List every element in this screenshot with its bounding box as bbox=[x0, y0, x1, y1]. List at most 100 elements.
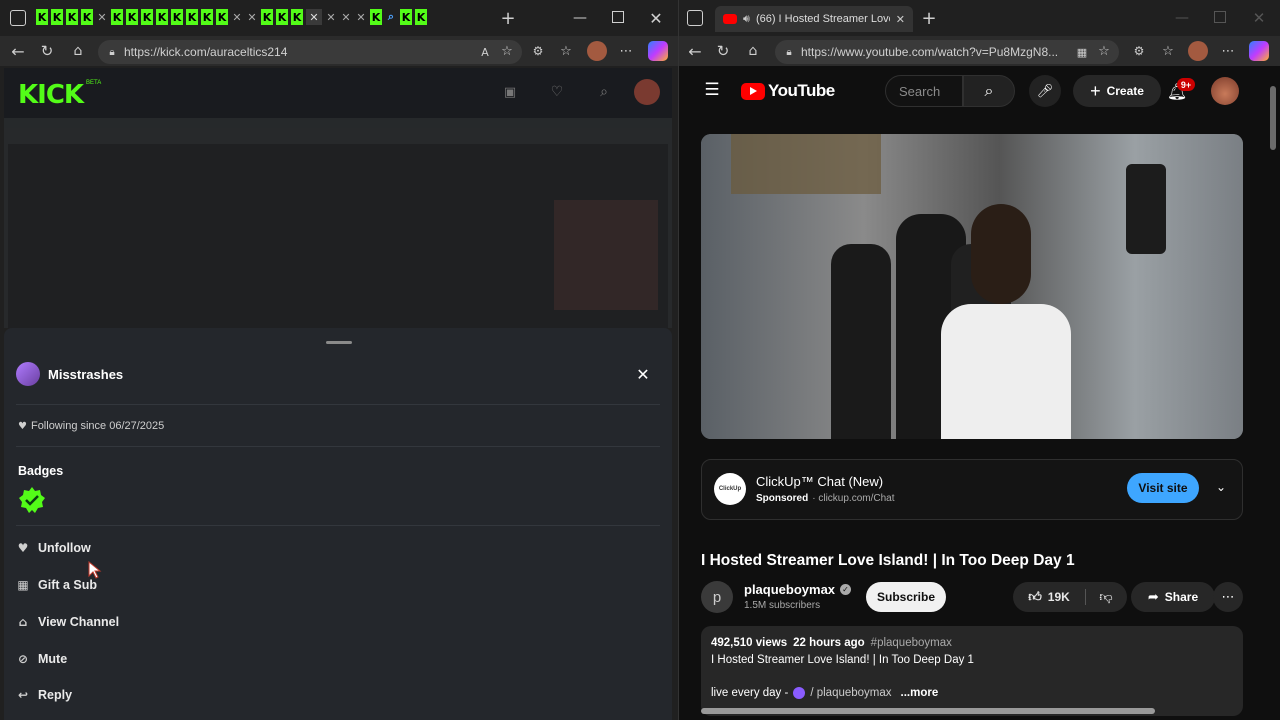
like-button[interactable]: 👍︎ 19K bbox=[1013, 582, 1085, 612]
close-panel-icon[interactable]: ✕ bbox=[634, 365, 652, 384]
gift-sub-button[interactable]: ▦ Gift a Sub bbox=[16, 578, 97, 592]
profile-avatar[interactable] bbox=[587, 41, 607, 61]
subscriptions-icon[interactable]: ▣ bbox=[502, 84, 518, 100]
audio-playing-icon[interactable]: 🔊︎ bbox=[743, 12, 750, 26]
create-button[interactable]: + Create bbox=[1073, 75, 1161, 107]
subscribe-button[interactable]: Subscribe bbox=[866, 582, 946, 612]
kick-tab-icon[interactable]: K bbox=[370, 9, 382, 25]
follow-heart-icon[interactable]: ♡ bbox=[549, 84, 565, 100]
kick-tab-icon[interactable]: K bbox=[51, 9, 63, 25]
extensions-icon[interactable]: ⚙ bbox=[1131, 42, 1147, 60]
new-tab-icon[interactable]: + bbox=[500, 8, 516, 29]
hamburger-menu-icon[interactable]: ☰ bbox=[703, 80, 721, 100]
favorites-icon[interactable]: ☆ bbox=[558, 42, 574, 60]
minimize-icon[interactable]: — bbox=[1175, 9, 1189, 27]
kick-tab-icon[interactable]: K bbox=[81, 9, 93, 25]
favorites-icon[interactable]: ☆ bbox=[1160, 42, 1176, 60]
kick-tab-icon[interactable]: K bbox=[400, 9, 412, 25]
muted-tab-icon[interactable]: ✕ bbox=[246, 9, 258, 25]
favorite-star-icon[interactable]: ☆ bbox=[500, 44, 514, 59]
kick-tab-icon[interactable]: K bbox=[126, 9, 138, 25]
maximize-icon[interactable] bbox=[612, 11, 624, 23]
description-box[interactable]: 492,510 views 22 hours ago #plaqueboymax… bbox=[701, 626, 1243, 716]
vertical-scrollbar[interactable] bbox=[1268, 70, 1278, 690]
active-tab-close-icon[interactable]: ✕ bbox=[306, 9, 322, 25]
tab-actions-icon[interactable] bbox=[10, 10, 26, 26]
left-url-field[interactable]: 🔒︎ https://kick.com/auraceltics214 A ☆ bbox=[98, 40, 522, 64]
ad-title[interactable]: ClickUp™ Chat (New) bbox=[756, 474, 883, 489]
close-window-icon[interactable]: ✕ bbox=[1251, 9, 1267, 27]
back-icon[interactable]: ← bbox=[10, 42, 26, 61]
scrollbar-thumb[interactable] bbox=[1270, 86, 1276, 150]
kick-tab-icon[interactable]: K bbox=[261, 9, 273, 25]
back-icon[interactable]: ← bbox=[687, 42, 703, 61]
close-window-icon[interactable]: ✕ bbox=[648, 9, 664, 28]
search-input[interactable]: Search bbox=[885, 75, 963, 107]
kick-logo[interactable]: KICK bbox=[18, 80, 84, 110]
kick-tab-icon[interactable]: K bbox=[291, 9, 303, 25]
mute-button[interactable]: ⊘ Mute bbox=[16, 652, 67, 666]
hashtag-link[interactable]: #plaqueboymax bbox=[871, 637, 952, 649]
new-tab-icon[interactable]: + bbox=[921, 8, 937, 29]
channel-name[interactable]: plaqueboymax bbox=[744, 582, 835, 597]
tab-close-icon[interactable]: ✕ bbox=[896, 13, 905, 26]
copilot-icon[interactable] bbox=[1249, 41, 1269, 61]
tab-actions-icon[interactable] bbox=[687, 10, 703, 26]
username[interactable]: Misstrashes bbox=[48, 367, 123, 382]
copilot-icon[interactable] bbox=[648, 41, 668, 61]
muted-tab-icon[interactable]: ✕ bbox=[231, 9, 243, 25]
kick-tab-icon[interactable]: K bbox=[156, 9, 168, 25]
scrollbar-thumb[interactable] bbox=[701, 708, 1155, 714]
kick-tab-icon[interactable]: K bbox=[36, 9, 48, 25]
right-url-field[interactable]: 🔒︎ https://www.youtube.com/watch?v=Pu8Mz… bbox=[775, 40, 1119, 64]
thumbs-down-icon[interactable]: 👎︎ bbox=[1089, 588, 1123, 606]
verified-badge-icon[interactable] bbox=[18, 486, 46, 514]
reply-button[interactable]: ↩ Reply bbox=[16, 688, 72, 702]
chevron-down-icon[interactable]: ⌄ bbox=[1212, 478, 1230, 496]
search-button-icon[interactable]: ⌕ bbox=[963, 75, 1015, 107]
channel-avatar[interactable]: p bbox=[701, 581, 733, 613]
read-aloud-icon[interactable]: A bbox=[478, 45, 492, 59]
youtube-logo[interactable]: YouTube bbox=[741, 81, 835, 101]
horizontal-scrollbar[interactable] bbox=[687, 706, 1261, 716]
kick-tab-icon[interactable]: K bbox=[141, 9, 153, 25]
home-icon[interactable]: ⌂ bbox=[745, 42, 761, 60]
kick-tab-icon[interactable]: K bbox=[216, 9, 228, 25]
unfollow-button[interactable]: ♥ Unfollow bbox=[16, 541, 91, 555]
muted-tab-icon[interactable]: ✕ bbox=[340, 9, 352, 25]
maximize-icon[interactable] bbox=[1214, 11, 1226, 23]
kick-tab-icon[interactable]: K bbox=[276, 9, 288, 25]
kick-tab-icon[interactable]: K bbox=[66, 9, 78, 25]
muted-tab-icon[interactable]: ✕ bbox=[325, 9, 337, 25]
search-icon[interactable]: ⌕ bbox=[596, 84, 612, 100]
kick-tab-icon[interactable]: K bbox=[111, 9, 123, 25]
visit-site-button[interactable]: Visit site bbox=[1127, 473, 1199, 503]
muted-tab-icon[interactable]: ✕ bbox=[355, 9, 367, 25]
youtube-tab[interactable]: 🔊︎ (66) I Hosted Streamer Love ✕ bbox=[715, 6, 913, 32]
muted-tab-icon[interactable]: ✕ bbox=[96, 9, 108, 25]
youtube-user-avatar[interactable] bbox=[1211, 77, 1239, 105]
search-tab-icon[interactable]: ⌕ bbox=[385, 9, 397, 25]
app-available-icon[interactable]: ▦ bbox=[1075, 45, 1089, 59]
share-button[interactable]: ➦ Share bbox=[1131, 582, 1215, 612]
kick-tab-icon[interactable]: K bbox=[186, 9, 198, 25]
video-player[interactable] bbox=[701, 134, 1243, 439]
kick-user-avatar[interactable] bbox=[634, 79, 660, 105]
profile-avatar[interactable] bbox=[1188, 41, 1208, 61]
kick-tab-icon[interactable]: K bbox=[415, 9, 427, 25]
view-channel-button[interactable]: ⌂ View Channel bbox=[16, 615, 119, 629]
favorite-star-icon[interactable]: ☆ bbox=[1097, 44, 1111, 59]
kick-tab-icon[interactable]: K bbox=[201, 9, 213, 25]
drag-handle[interactable] bbox=[326, 341, 352, 344]
show-more-link[interactable]: ...more bbox=[901, 687, 939, 699]
sponsored-ad-card[interactable]: ClickUp ClickUp™ Chat (New) Sponsored · … bbox=[701, 459, 1243, 520]
home-icon[interactable]: ⌂ bbox=[70, 42, 86, 60]
voice-search-icon[interactable]: 🎤︎ bbox=[1029, 75, 1061, 107]
more-menu-icon[interactable]: ⋯ bbox=[618, 42, 634, 60]
more-actions-icon[interactable]: ⋯ bbox=[1213, 582, 1243, 612]
minimize-icon[interactable]: — bbox=[573, 9, 587, 27]
channel-link[interactable]: / plaqueboymax bbox=[810, 687, 891, 699]
kick-tab-icon[interactable]: K bbox=[171, 9, 183, 25]
extensions-icon[interactable]: ⚙ bbox=[530, 42, 546, 60]
more-menu-icon[interactable]: ⋯ bbox=[1220, 42, 1236, 60]
